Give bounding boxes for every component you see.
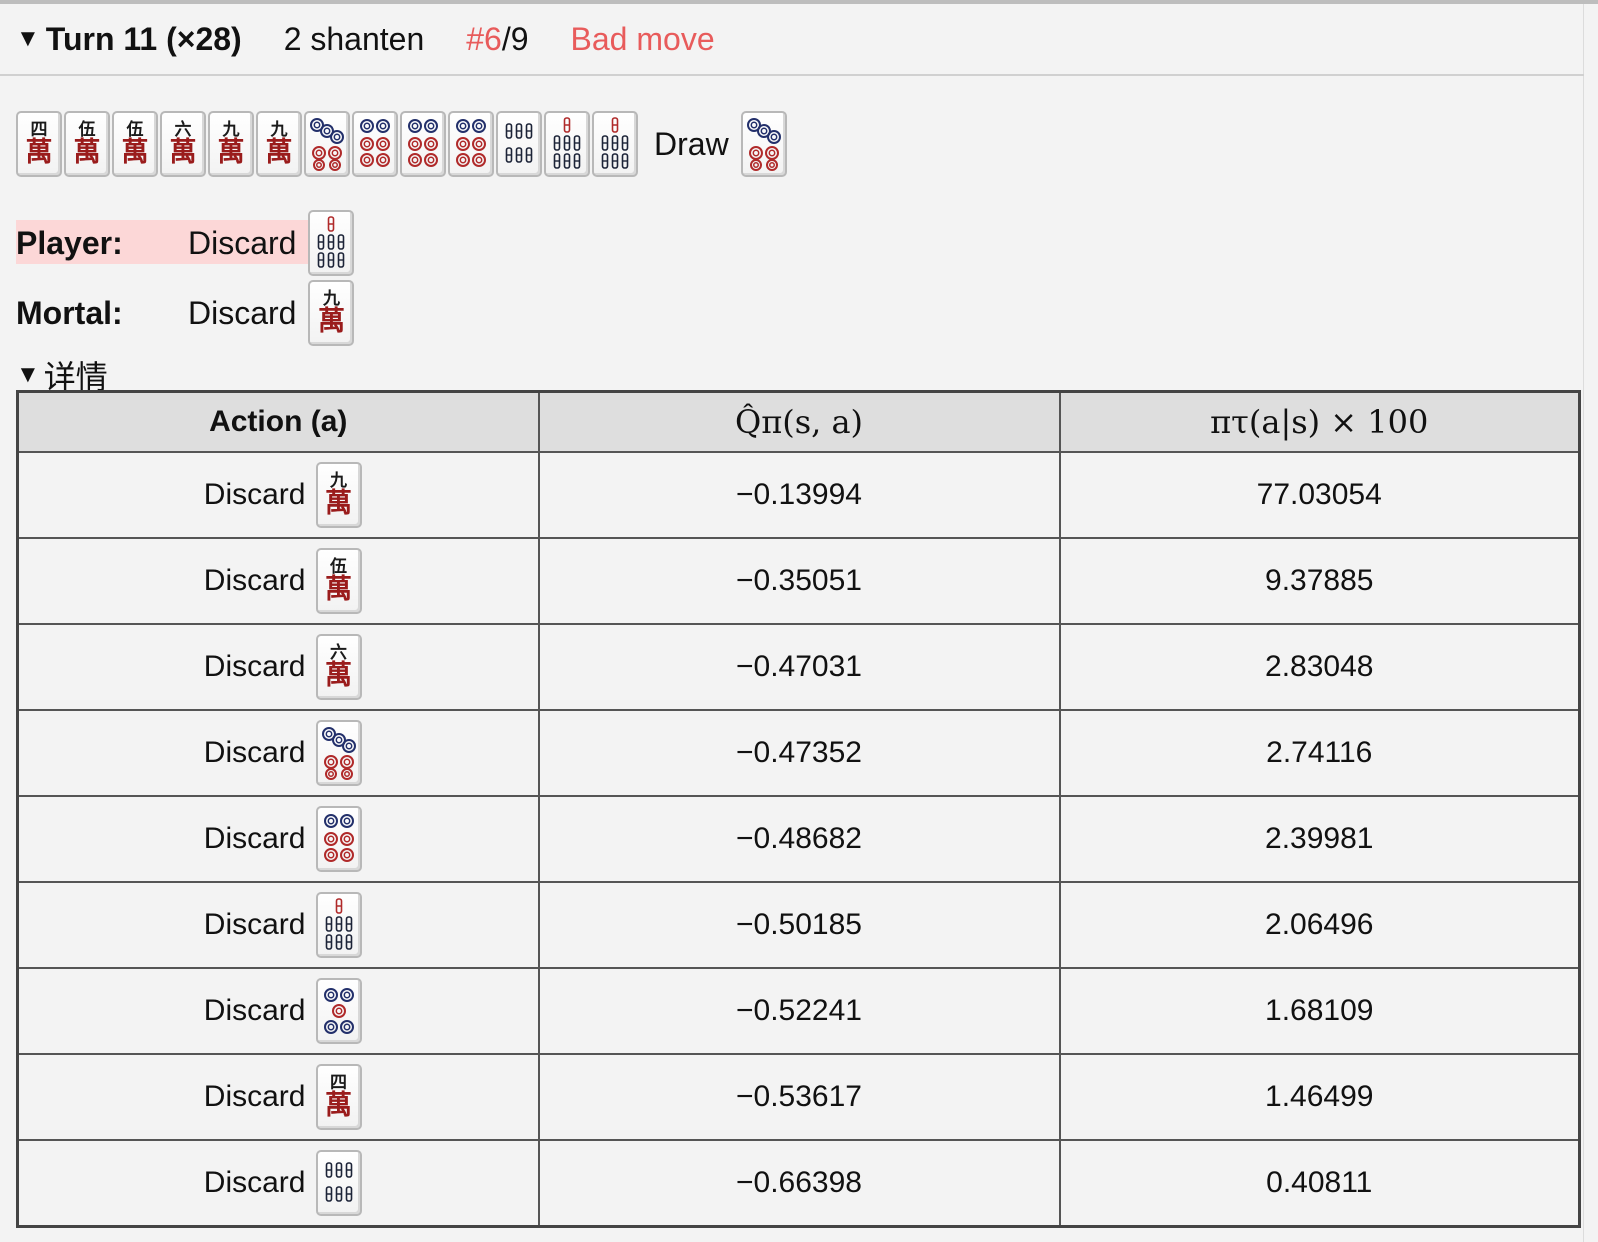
turn-toggle[interactable]: ▼ Turn 11 (×28) [16,21,242,58]
policy-cell: 1.46499 [1058,1053,1581,1141]
turn-label: Turn 11 (×28) [45,20,242,57]
action-cell: Discard [16,1139,540,1228]
shanten-label: 2 shanten [283,20,425,57]
header-policy: πτ(a|s) × 100 [1058,390,1581,453]
policy-cell: 9.37885 [1058,537,1581,625]
action-label: Discard [203,650,306,683]
header-q-value: Q̂π(s, a) [537,390,1061,453]
mahjong-tile-icon [315,720,362,786]
disclosure-triangle-icon: ▼ [16,361,40,388]
mahjong-tile-icon [448,111,494,177]
mahjong-tile-icon [315,892,362,958]
mahjong-tile-icon [592,111,638,177]
mahjong-tile-icon: 九萬 [208,111,254,177]
rank-total: /9 [501,20,529,57]
mahjong-tile-icon [740,111,787,177]
action-label: Discard [203,822,306,855]
mahjong-tile-icon: 伍萬 [64,111,110,177]
action-cell: Discard [16,795,540,883]
mahjong-tile-icon [304,111,350,177]
table-header-row: Action (a) Q̂π(s, a) πτ(a|s) × 100 [16,390,1581,453]
action-label: Discard [203,564,306,597]
mahjong-tile-icon [544,111,590,177]
q-value-cell: −0.50185 [537,881,1061,969]
mahjong-tile-icon: 九萬 [256,111,302,177]
mahjong-tile-icon [315,1150,362,1216]
action-cell: Discard 伍萬 [16,537,540,625]
hand: 四萬伍萬伍萬六萬九萬九萬 Draw [16,110,789,178]
q-value-cell: −0.52241 [537,967,1061,1055]
mahjong-tile-icon: 伍萬 [315,548,362,614]
table-row: Discard −0.50185 2.06496 [16,881,1581,969]
draw-label: Draw [654,125,729,162]
policy-cell: 0.40811 [1058,1139,1581,1228]
action-cell: Discard [16,709,540,797]
policy-cell: 1.68109 [1058,967,1581,1055]
mortal-label: Mortal: [16,294,123,331]
table-row: Discard −0.52241 1.68109 [16,967,1581,1055]
action-cell: Discard [16,967,540,1055]
mahjong-tile-icon [400,111,446,177]
mahjong-tile-icon [315,978,362,1044]
action-label: Discard [203,994,306,1027]
policy-cell: 2.74116 [1058,709,1581,797]
policy-cell: 2.83048 [1058,623,1581,711]
action-cell: Discard 九萬 [16,451,540,539]
q-value-cell: −0.47031 [537,623,1061,711]
hand-tiles: 四萬伍萬伍萬六萬九萬九萬 [16,111,640,177]
action-cell: Discard 六萬 [16,623,540,711]
mahjong-tile-icon [496,111,542,177]
turn-summary[interactable]: ▼ Turn 11 (×28) 2 shanten #6/9 Bad move [0,4,1584,76]
player-tile [308,210,356,276]
table-row: Discard 伍萬 −0.35051 9.37885 [16,537,1581,625]
player-label: Player: [16,224,123,261]
action-label: Discard [203,736,306,769]
table-row: Discard 九萬 −0.13994 77.03054 [16,451,1581,539]
q-value-cell: −0.53617 [537,1053,1061,1141]
q-value-cell: −0.35051 [537,537,1061,625]
mahjong-tile-icon: 四萬 [16,111,62,177]
mahjong-tile-icon [315,806,362,872]
header-action: Action (a) [16,390,540,453]
scrollbar[interactable] [1583,4,1598,1242]
mahjong-tile-icon: 六萬 [160,111,206,177]
action-cell: Discard 四萬 [16,1053,540,1141]
player-row: Player: Discard [16,210,356,276]
policy-cell: 77.03054 [1058,451,1581,539]
mahjong-tile-icon: 九萬 [315,462,362,528]
action-label: Discard [203,478,306,511]
mortal-row: Mortal: Discard 九萬 [16,280,356,346]
rank-label: #6/9 [466,21,528,58]
q-value-table: Action (a) Q̂π(s, a) πτ(a|s) × 100 Disca… [16,390,1581,1228]
mahjong-tile-icon [352,111,398,177]
q-value-cell: −0.47352 [537,709,1061,797]
q-value-cell: −0.66398 [537,1139,1061,1228]
disclosure-triangle-icon: ▼ [16,25,40,52]
policy-cell: 2.39981 [1058,795,1581,883]
action-label: Discard [203,1166,306,1199]
draw-tile [740,111,789,177]
table-row: Discard 四萬 −0.53617 1.46499 [16,1053,1581,1141]
mahjong-tile-icon: 六萬 [315,634,362,700]
rank-current: #6 [466,20,502,57]
mortal-tile: 九萬 [308,280,356,346]
player-action: Discard [188,224,297,261]
mahjong-tile-icon: 四萬 [315,1064,362,1130]
policy-cell: 2.06496 [1058,881,1581,969]
mahjong-tile-icon: 伍萬 [112,111,158,177]
verdict-label: Bad move [570,20,715,57]
table-row: Discard −0.47352 2.74116 [16,709,1581,797]
table-row: Discard −0.48682 2.39981 [16,795,1581,883]
mahjong-tile-icon: 九萬 [308,280,355,346]
action-cell: Discard [16,881,540,969]
action-label: Discard [203,908,306,941]
mahjong-tile-icon [308,210,355,276]
table-row: Discard 六萬 −0.47031 2.83048 [16,623,1581,711]
q-value-cell: −0.13994 [537,451,1061,539]
q-value-cell: −0.48682 [537,795,1061,883]
mortal-action: Discard [188,294,297,331]
action-label: Discard [203,1080,306,1113]
table-row: Discard −0.66398 0.40811 [16,1139,1581,1228]
